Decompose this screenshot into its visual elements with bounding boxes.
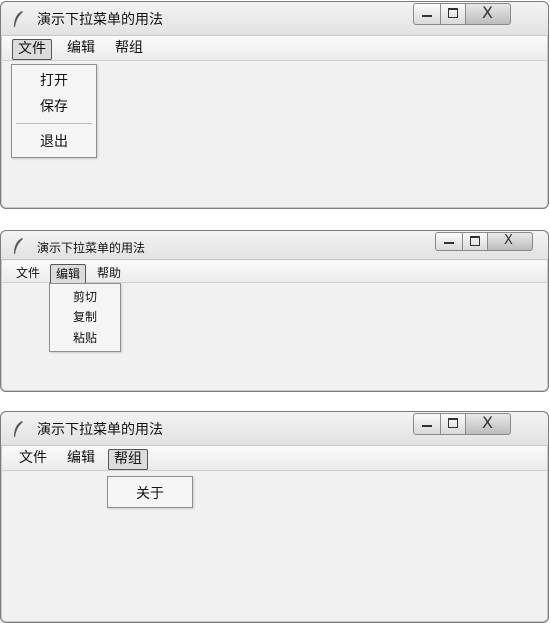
menu-help[interactable]: 帮助 xyxy=(92,264,126,283)
menu-file[interactable]: 文件 xyxy=(14,449,52,468)
app-window-3: 演示下拉菜单的用法 X 文件 编辑 帮组 关于 xyxy=(0,411,549,623)
maximize-button[interactable] xyxy=(440,3,466,25)
maximize-button[interactable] xyxy=(462,232,488,251)
maximize-icon xyxy=(470,236,480,246)
menu-item-cut[interactable]: 剪切 xyxy=(50,288,120,305)
app-window-1: 演示下拉菜单的用法 X 文件 编辑 帮组 打开 保存 退出 xyxy=(0,1,549,209)
menu-item-copy[interactable]: 复制 xyxy=(50,308,120,325)
title-bar[interactable]: 演示下拉菜单的用法 X xyxy=(1,412,548,446)
minimize-button[interactable] xyxy=(413,413,441,435)
app-window-2: 演示下拉菜单的用法 X 文件 编辑 帮助 剪切 复制 粘贴 xyxy=(0,230,549,392)
close-icon: X xyxy=(504,233,513,248)
menu-separator xyxy=(16,123,92,124)
menu-help[interactable]: 帮组 xyxy=(108,449,148,470)
menu-edit[interactable]: 编辑 xyxy=(62,449,100,468)
menu-item-exit[interactable]: 退出 xyxy=(12,131,96,151)
close-button[interactable]: X xyxy=(487,232,533,251)
menu-file[interactable]: 文件 xyxy=(12,39,52,60)
menu-item-paste[interactable]: 粘贴 xyxy=(50,329,120,346)
maximize-icon xyxy=(448,418,458,428)
close-button[interactable]: X xyxy=(465,413,511,435)
menu-file[interactable]: 文件 xyxy=(11,264,45,283)
feather-app-icon xyxy=(14,421,23,437)
close-button[interactable]: X xyxy=(465,3,511,25)
window-title: 演示下拉菜单的用法 xyxy=(37,422,163,438)
maximize-icon xyxy=(448,8,458,18)
menu-bar: 文件 编辑 帮组 xyxy=(2,446,547,471)
minimize-button[interactable] xyxy=(435,232,463,251)
menu-bar: 文件 编辑 帮组 xyxy=(2,36,547,61)
menu-item-open[interactable]: 打开 xyxy=(12,70,96,90)
menu-bar: 文件 编辑 帮助 xyxy=(2,261,547,285)
help-dropdown-menu: 关于 xyxy=(107,476,193,508)
menu-help[interactable]: 帮组 xyxy=(110,39,148,58)
feather-app-icon xyxy=(14,238,23,254)
minimize-icon xyxy=(422,425,432,427)
menu-item-about[interactable]: 关于 xyxy=(108,483,192,503)
feather-app-icon xyxy=(14,11,23,27)
edit-dropdown-menu: 剪切 复制 粘贴 xyxy=(49,283,121,352)
close-icon: X xyxy=(482,413,493,432)
minimize-icon xyxy=(444,242,454,244)
maximize-button[interactable] xyxy=(440,413,466,435)
menu-edit[interactable]: 编辑 xyxy=(50,264,87,285)
window-title: 演示下拉菜单的用法 xyxy=(37,12,163,28)
menu-item-save[interactable]: 保存 xyxy=(12,96,96,116)
window-title: 演示下拉菜单的用法 xyxy=(37,241,146,255)
title-bar[interactable]: 演示下拉菜单的用法 X xyxy=(1,231,548,260)
close-icon: X xyxy=(482,3,493,22)
minimize-button[interactable] xyxy=(413,3,441,25)
file-dropdown-menu: 打开 保存 退出 xyxy=(11,64,97,158)
title-bar[interactable]: 演示下拉菜单的用法 X xyxy=(1,2,548,36)
menu-edit[interactable]: 编辑 xyxy=(62,39,100,58)
minimize-icon xyxy=(422,15,432,17)
